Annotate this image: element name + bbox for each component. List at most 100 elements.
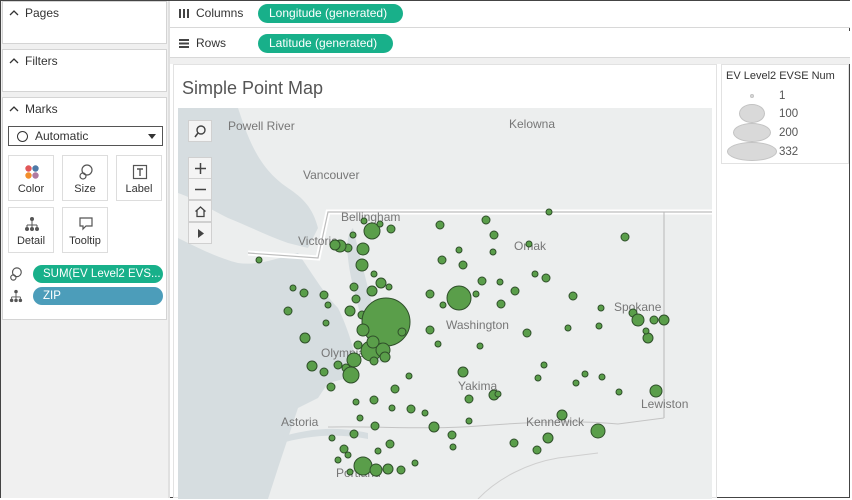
map-point[interactable]	[457, 366, 469, 378]
map-point[interactable]	[522, 328, 532, 338]
map-point[interactable]	[324, 301, 332, 309]
mark-type-dropdown[interactable]: Automatic	[8, 126, 163, 146]
map-point[interactable]	[397, 327, 407, 337]
map-point[interactable]	[353, 340, 363, 350]
map-point[interactable]	[319, 367, 329, 377]
map-point[interactable]	[437, 255, 447, 265]
map-point[interactable]	[581, 370, 589, 378]
map-point[interactable]	[615, 388, 623, 396]
map-point[interactable]	[447, 430, 457, 440]
map-point[interactable]	[344, 305, 356, 317]
map-point[interactable]	[376, 220, 384, 228]
map-point[interactable]	[421, 409, 429, 417]
map-point[interactable]	[476, 342, 484, 350]
map-point[interactable]	[597, 304, 605, 312]
map-point[interactable]	[326, 382, 336, 392]
map-point[interactable]	[496, 299, 506, 309]
reset-map-button[interactable]	[188, 200, 212, 222]
map-point[interactable]	[542, 432, 554, 444]
latitude-pill[interactable]: Latitude (generated)	[258, 34, 394, 53]
map-point[interactable]	[465, 417, 473, 425]
map-point[interactable]	[434, 340, 442, 348]
chevron-up-icon[interactable]	[9, 56, 19, 66]
map-point[interactable]	[289, 284, 297, 292]
map-point[interactable]	[360, 217, 368, 225]
map-point[interactable]	[342, 366, 360, 384]
map-point[interactable]	[531, 270, 539, 278]
map-point[interactable]	[328, 434, 336, 442]
map-point[interactable]	[306, 360, 318, 372]
map-point[interactable]	[353, 456, 373, 476]
map-point[interactable]	[366, 285, 378, 297]
color-button[interactable]: Color	[8, 155, 54, 201]
map-point[interactable]	[439, 301, 447, 309]
map-point[interactable]	[334, 456, 342, 464]
map-point[interactable]	[458, 260, 468, 270]
tooltip-button[interactable]: Tooltip	[62, 207, 108, 253]
size-button[interactable]: Size	[62, 155, 108, 201]
map-point[interactable]	[352, 398, 360, 406]
map-point[interactable]	[329, 239, 341, 251]
map-point[interactable]	[333, 360, 343, 370]
filters-header[interactable]: Filters	[9, 54, 58, 68]
map-point[interactable]	[385, 439, 395, 449]
map-point[interactable]	[405, 372, 413, 380]
map-point[interactable]	[455, 246, 463, 254]
map-point[interactable]	[509, 438, 519, 448]
dropdown-arrow-icon[interactable]	[148, 134, 156, 139]
map-point[interactable]	[556, 409, 568, 421]
map-point[interactable]	[370, 270, 378, 278]
map-point[interactable]	[649, 315, 659, 325]
map-point[interactable]	[339, 444, 349, 454]
chevron-up-icon[interactable]	[9, 104, 19, 114]
point-map[interactable]: Powell River Kelowna Vancouver Bellingham Vi…	[178, 108, 712, 499]
map-point[interactable]	[425, 289, 435, 299]
map-point[interactable]	[510, 286, 520, 296]
map-point[interactable]	[428, 421, 440, 433]
map-point[interactable]	[464, 394, 474, 404]
label-button[interactable]: Label	[116, 155, 162, 201]
map-point[interactable]	[658, 314, 670, 326]
map-point[interactable]	[390, 384, 400, 394]
map-point[interactable]	[590, 423, 606, 439]
map-point[interactable]	[369, 395, 379, 405]
detail-button[interactable]: Detail	[8, 207, 54, 253]
map-point[interactable]	[379, 351, 391, 363]
map-point[interactable]	[489, 230, 499, 240]
chevron-up-icon[interactable]	[9, 8, 19, 18]
map-point[interactable]	[299, 288, 309, 298]
map-point[interactable]	[649, 384, 663, 398]
map-point[interactable]	[386, 224, 396, 234]
map-point[interactable]	[446, 285, 472, 311]
map-point[interactable]	[472, 290, 480, 298]
map-point[interactable]	[374, 447, 382, 455]
map-point[interactable]	[356, 323, 370, 337]
map-point[interactable]	[385, 283, 393, 291]
map-point[interactable]	[545, 208, 553, 216]
map-point[interactable]	[642, 332, 654, 344]
map-expand-button[interactable]	[188, 222, 212, 244]
map-point[interactable]	[489, 248, 497, 256]
map-point[interactable]	[375, 277, 387, 289]
map-point[interactable]	[322, 319, 330, 327]
map-point[interactable]	[356, 242, 370, 256]
map-point[interactable]	[435, 220, 445, 230]
map-point[interactable]	[564, 324, 572, 332]
map-point[interactable]	[369, 356, 379, 366]
map-point[interactable]	[349, 231, 357, 239]
map-point[interactable]	[620, 232, 630, 242]
map-point[interactable]	[525, 240, 533, 248]
map-point[interactable]	[572, 379, 580, 387]
zoom-in-button[interactable]	[188, 157, 212, 179]
map-point[interactable]	[532, 445, 542, 455]
map-point[interactable]	[642, 327, 650, 335]
map-point[interactable]	[494, 390, 502, 398]
map-point[interactable]	[319, 290, 329, 300]
map-point[interactable]	[356, 414, 364, 422]
map-point[interactable]	[631, 313, 645, 327]
map-point[interactable]	[568, 291, 578, 301]
map-point[interactable]	[396, 465, 406, 475]
map-point[interactable]	[355, 258, 369, 272]
map-point[interactable]	[477, 276, 487, 286]
map-point[interactable]	[481, 215, 491, 225]
